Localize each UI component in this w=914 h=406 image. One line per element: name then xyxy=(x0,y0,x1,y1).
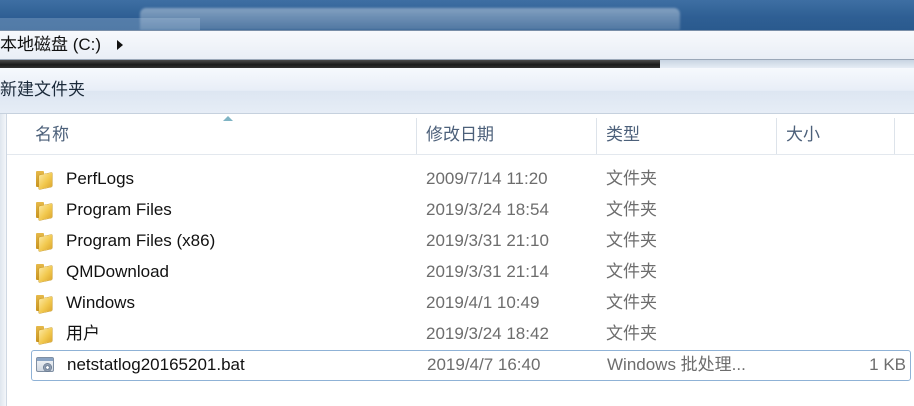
address-bar[interactable]: 本地磁盘 (C:) xyxy=(0,30,914,60)
file-type: 文件夹 xyxy=(606,262,657,281)
file-modified-date: 2019/3/24 18:54 xyxy=(426,200,549,219)
file-type: Windows 批处理... xyxy=(607,355,746,374)
file-type: 文件夹 xyxy=(606,169,657,188)
file-row-users[interactable]: 用户 2019/3/24 18:42 文件夹 xyxy=(7,319,914,350)
command-toolbar: 新建文件夹 xyxy=(0,68,914,114)
file-name: netstatlog20165201.bat xyxy=(67,355,245,374)
file-modified-date: 2019/4/1 10:49 xyxy=(426,293,540,312)
new-folder-button[interactable]: 新建文件夹 xyxy=(0,80,85,100)
file-row-perflogs[interactable]: PerfLogs 2009/7/14 11:20 文件夹 xyxy=(7,164,914,195)
folder-icon xyxy=(35,293,55,314)
file-modified-date: 2009/7/14 11:20 xyxy=(426,169,548,188)
window-separator-highlight xyxy=(660,60,914,68)
column-divider[interactable] xyxy=(894,118,895,154)
column-header-row: 名称 修改日期 类型 大小 xyxy=(7,114,914,155)
column-header-type-label: 类型 xyxy=(606,125,640,144)
window-separator xyxy=(0,60,914,68)
window-titlebar xyxy=(0,0,914,30)
folder-icon xyxy=(35,200,55,221)
file-modified-date: 2019/3/31 21:14 xyxy=(426,262,549,281)
folder-icon xyxy=(35,169,55,190)
column-header-type[interactable]: 类型 xyxy=(597,114,777,154)
file-name: QMDownload xyxy=(66,262,169,281)
file-name: Program Files xyxy=(66,200,172,219)
file-type: 文件夹 xyxy=(606,324,657,343)
column-header-size[interactable]: 大小 xyxy=(777,114,895,154)
file-modified-date: 2019/3/24 18:42 xyxy=(426,324,549,343)
folder-icon xyxy=(35,231,55,252)
file-row-qmdownload[interactable]: QMDownload 2019/3/31 21:14 文件夹 xyxy=(7,257,914,288)
file-modified-date: 2019/3/31 21:10 xyxy=(426,231,549,250)
batch-file-icon xyxy=(36,355,56,375)
file-row-netstatlog-bat[interactable]: netstatlog20165201.bat 2019/4/7 16:40 Wi… xyxy=(31,350,911,381)
file-row-program-files[interactable]: Program Files 2019/3/24 18:54 文件夹 xyxy=(7,195,914,226)
file-name: Program Files (x86) xyxy=(66,231,216,250)
column-header-name[interactable]: 名称 xyxy=(7,114,417,154)
sort-ascending-icon xyxy=(223,116,233,121)
column-header-date[interactable]: 修改日期 xyxy=(417,114,597,154)
file-name: PerfLogs xyxy=(66,169,135,188)
navigation-pane-edge xyxy=(0,114,7,406)
breadcrumb-chevron-right-icon[interactable] xyxy=(117,40,123,50)
file-modified-date: 2019/4/7 16:40 xyxy=(427,355,541,374)
file-type: 文件夹 xyxy=(606,200,657,219)
file-row-windows[interactable]: Windows 2019/4/1 10:49 文件夹 xyxy=(7,288,914,319)
file-row-program-files-x86[interactable]: Program Files (x86) 2019/3/31 21:10 文件夹 xyxy=(7,226,914,257)
file-name: Windows xyxy=(66,293,135,312)
file-type: 文件夹 xyxy=(606,293,657,312)
titlebar-glass-highlight xyxy=(140,8,680,30)
file-list: PerfLogs 2009/7/14 11:20 文件夹 Program Fil… xyxy=(7,164,914,381)
column-header-date-label: 修改日期 xyxy=(426,125,494,144)
file-list-pane: 名称 修改日期 类型 大小 PerfLogs 2009/7/14 11:20 文… xyxy=(0,114,914,406)
folder-icon xyxy=(35,262,55,283)
breadcrumb-local-disk[interactable]: 本地磁盘 (C:) xyxy=(0,35,101,55)
titlebar-glass-shadow xyxy=(0,18,200,30)
column-header-name-label: 名称 xyxy=(35,125,69,144)
file-type: 文件夹 xyxy=(606,231,657,250)
folder-icon xyxy=(35,324,55,345)
file-name: 用户 xyxy=(66,324,100,343)
file-size: 1 KB xyxy=(869,355,906,374)
column-header-size-label: 大小 xyxy=(786,125,820,144)
